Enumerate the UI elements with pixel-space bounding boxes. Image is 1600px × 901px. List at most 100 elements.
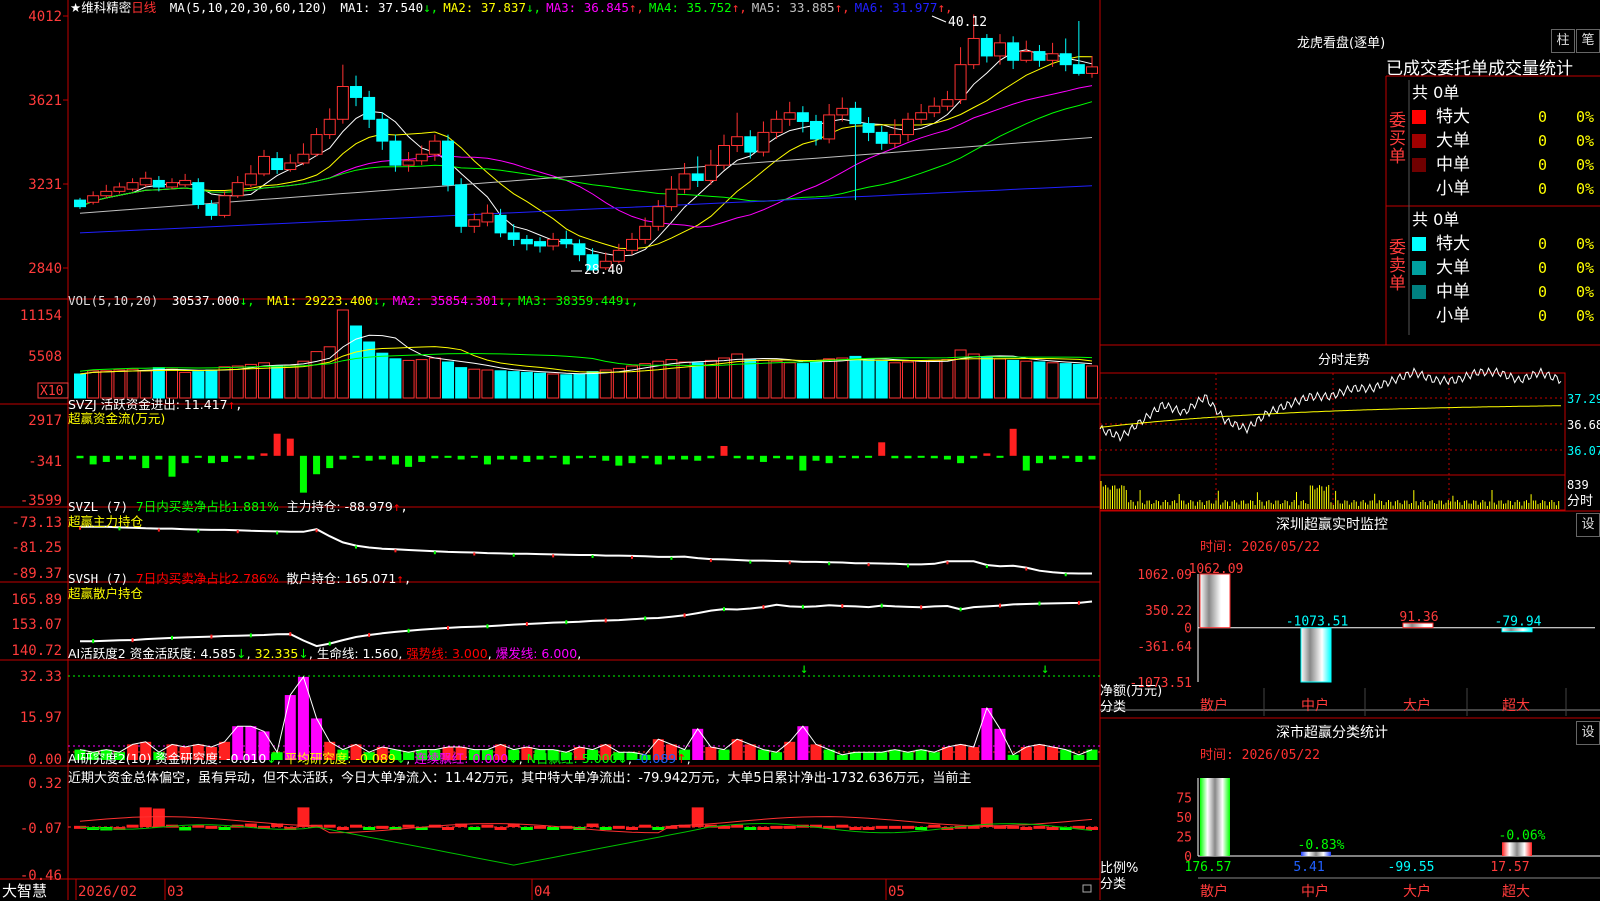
sell-row-name-1: 特大 — [1436, 234, 1470, 254]
candle — [87, 191, 100, 205]
ai-research-b: 平均研究度: -0.089 — [284, 751, 396, 766]
bar-mode-button[interactable]: 柱 — [1551, 29, 1575, 53]
ai-research-header: AI研究度2(10) 资金研究度: -0.010↓, 平均研究度: -0.089… — [68, 751, 691, 766]
moneyflow-bar — [536, 455, 544, 460]
volume-bar — [218, 366, 231, 399]
ai-active-b: 32.335 — [254, 646, 299, 661]
candle-body — [849, 107, 862, 125]
activity-bar — [915, 749, 927, 760]
moneyflow-bar — [470, 455, 478, 458]
candle-body — [192, 182, 205, 205]
monitor-ytick-4: -361.64 — [1137, 640, 1192, 655]
candle-body — [560, 238, 573, 245]
volume-bar — [520, 371, 533, 399]
candle-body — [218, 195, 231, 216]
brand-logo[interactable]: 大智慧 — [2, 880, 47, 901]
ai-active-lifeline: 生命线: 1.560 — [316, 646, 399, 661]
moneyflow-bar — [102, 455, 110, 462]
ma-line-5 — [79, 137, 1093, 214]
monitor-cat-2: 中户 — [1301, 697, 1329, 714]
intraday-vol-label: 839 — [1567, 478, 1589, 492]
moneyflow-bar — [838, 455, 846, 458]
candle-body — [941, 99, 954, 107]
volume-bar — [113, 369, 126, 399]
candle-body — [665, 188, 678, 208]
ai-active-a-arrow: ↓ — [236, 646, 247, 661]
volume-bar — [888, 362, 901, 399]
buy-side-char-3: 单 — [1389, 147, 1406, 167]
research-bar — [1033, 825, 1046, 829]
vol-ma-value-3: MA3: 38359.449 — [518, 293, 624, 308]
research-bar — [494, 827, 507, 830]
svzj-ytick-1: 2917 — [28, 413, 62, 429]
vol-header: VOL(5,10,20) 30537.000↓, MA1: 29223.400↓… — [68, 293, 639, 308]
candle — [1086, 55, 1098, 78]
ma-value-arrow-2: ↓, — [526, 0, 542, 15]
classify-pct-3: -99.55 — [1388, 860, 1435, 875]
ma-values: MA1: 37.540↓, MA2: 37.837↓, MA3: 36.845↑, M… — [335, 0, 952, 15]
stock-name[interactable]: ★维科精密 — [70, 0, 131, 15]
svzj-ytick-2: -341 — [28, 454, 62, 470]
moneyflow-bar — [76, 455, 84, 459]
volume-bar — [494, 370, 507, 399]
research-bar — [1046, 827, 1059, 830]
moneyflow-bar — [970, 455, 978, 459]
date-label-1: 2026/02 — [78, 884, 137, 900]
signal-arrow-2: ↓ — [1041, 661, 1049, 677]
volume-bar — [442, 361, 454, 399]
svzl-header: SVZL (7) 7日内买卖净占比1.881% 主力持仓: -88.979↑, — [68, 499, 408, 514]
ma-definition: MA(5,10,20,30,60,120) — [169, 0, 328, 15]
candle — [74, 197, 86, 209]
intraday-price-line — [1099, 366, 1562, 443]
research-bar — [1007, 825, 1020, 829]
moneyflow-bar — [694, 455, 702, 461]
period-label[interactable]: 日线 — [131, 0, 156, 15]
volume-bar — [836, 357, 849, 399]
moneyflow-bar — [391, 455, 399, 465]
candle-body — [744, 136, 757, 153]
ai-research-e: -0.089 — [635, 751, 677, 766]
monitor-ytick-3: 0 — [1184, 622, 1192, 637]
vol-ma-value-arrow-1: ↓, — [372, 293, 388, 308]
candle — [1033, 45, 1046, 67]
vol-value: 30537.000 — [171, 293, 240, 308]
ai-research-b-arrow: ↓ — [395, 751, 407, 766]
monitor-time: 时间: 2026/05/22 — [1200, 540, 1320, 555]
candle-body — [547, 238, 560, 247]
candle-body — [836, 107, 849, 116]
research-bar — [902, 825, 914, 829]
ai-research-c-arrow: ↓ — [508, 751, 519, 766]
research-bar — [612, 825, 625, 829]
vol-ytick-2: 5508 — [28, 349, 62, 365]
candle-body — [415, 153, 428, 162]
candle-body — [113, 186, 126, 192]
research-bar — [297, 807, 310, 827]
vol-ytick-1: 11154 — [20, 308, 62, 324]
signal-arrow-1: ↓ — [800, 661, 808, 677]
intraday-title: 分时走势 — [1318, 353, 1371, 368]
candle — [336, 64, 349, 124]
moneyflow-bar — [273, 433, 281, 456]
tick-mode-button[interactable]: 笔 — [1576, 29, 1600, 53]
sell-row-pct-3: 0% — [1576, 283, 1594, 301]
high-pointer — [931, 15, 947, 23]
candle-body — [534, 241, 546, 247]
moneyflow-bar — [115, 455, 123, 460]
research-bar — [363, 827, 376, 830]
monitor-settings-button[interactable]: 设 — [1576, 513, 1600, 537]
svzl-ytick-3: -89.37 — [11, 566, 62, 582]
classify-xlabel: 分类 — [1100, 877, 1127, 892]
monitor-cat-1: 散户 — [1200, 697, 1228, 714]
classify-settings-button[interactable]: 设 — [1576, 721, 1600, 745]
candle — [691, 156, 704, 187]
moneyflow-bar — [667, 455, 675, 460]
research-bar — [875, 825, 888, 829]
research-bar — [520, 827, 533, 830]
candle-body — [520, 238, 533, 245]
activity-bar — [876, 752, 888, 760]
classify-pct-1: 176.57 — [1185, 860, 1232, 875]
candle — [1046, 42, 1059, 67]
activity-bar — [889, 749, 901, 760]
volume-bar — [534, 372, 546, 399]
moneyflow-bar — [562, 455, 570, 465]
